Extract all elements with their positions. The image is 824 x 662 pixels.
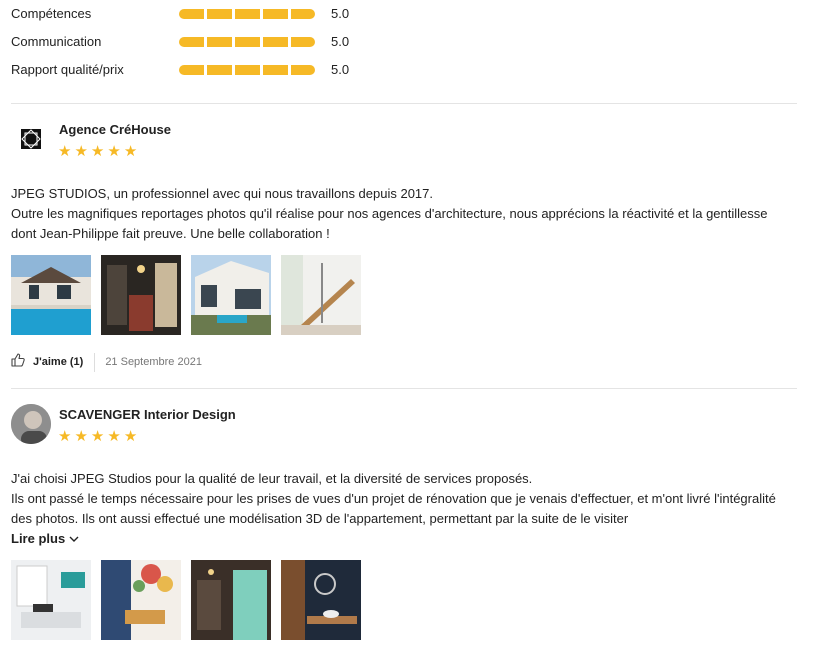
thumbs-up-icon xyxy=(11,352,25,372)
read-more-link[interactable]: Lire plus xyxy=(11,531,79,546)
rating-row-communication: Communication 5.0 xyxy=(11,32,411,52)
rating-bar xyxy=(179,65,315,75)
star-icon: ★ xyxy=(123,428,138,445)
review-photo[interactable] xyxy=(191,255,271,335)
rating-bar xyxy=(179,37,315,47)
star-icon: ★ xyxy=(74,143,88,160)
rating-row-competences: Compétences 5.0 xyxy=(11,4,411,24)
review-photo[interactable] xyxy=(191,560,271,640)
review-photo[interactable] xyxy=(281,560,361,640)
rating-value: 5.0 xyxy=(331,6,350,21)
star-icon: ★ xyxy=(74,428,88,445)
star-rating: ★ ★ ★ ★ ★ xyxy=(58,429,137,444)
avatar xyxy=(11,119,51,159)
rating-bar xyxy=(179,9,315,19)
review-photo[interactable] xyxy=(101,560,181,640)
divider xyxy=(11,388,797,389)
star-icon: ★ xyxy=(107,143,121,160)
review-paragraph: Ils ont passé le temps nécessaire pour l… xyxy=(11,491,776,526)
rating-row-value: Rapport qualité/prix 5.0 xyxy=(11,60,411,80)
read-more-label: Lire plus xyxy=(11,531,66,546)
like-button[interactable]: J'aime (1) xyxy=(11,352,96,372)
review-photo[interactable] xyxy=(101,255,181,335)
rating-label: Rapport qualité/prix xyxy=(11,62,124,77)
review-photo[interactable] xyxy=(11,560,91,640)
rating-label: Communication xyxy=(11,34,102,49)
review-paragraph: JPEG STUDIOS, un professionnel avec qui … xyxy=(11,186,434,201)
star-icon: ★ xyxy=(90,143,105,160)
review-text: JPEG STUDIOS, un professionnel avec qui … xyxy=(11,184,781,244)
review-photos xyxy=(11,560,361,640)
review-paragraph: Outre les magnifiques reportages photos … xyxy=(11,206,768,241)
rating-value: 5.0 xyxy=(331,34,350,49)
like-label: J'aime (1) xyxy=(33,356,84,368)
review-paragraph: J'ai choisi JPEG Studios pour la qualité… xyxy=(11,471,533,486)
star-rating: ★ ★ ★ ★ ★ xyxy=(58,144,137,159)
chevron-down-icon xyxy=(69,531,79,546)
reviewer-name: Agence CréHouse xyxy=(59,122,171,137)
review-footer: J'aime (1) 21 Septembre 2021 xyxy=(11,352,202,372)
rating-value: 5.0 xyxy=(331,62,350,77)
reviewer-name: SCAVENGER Interior Design xyxy=(59,407,236,422)
review-date: 21 Septembre 2021 xyxy=(105,356,202,368)
review-photos xyxy=(11,255,361,335)
review-photo[interactable] xyxy=(281,255,361,335)
star-icon: ★ xyxy=(58,428,72,445)
star-icon: ★ xyxy=(123,143,138,160)
review-text: J'ai choisi JPEG Studios pour la qualité… xyxy=(11,469,781,529)
rating-label: Compétences xyxy=(11,6,92,21)
star-icon: ★ xyxy=(107,428,121,445)
star-icon: ★ xyxy=(90,428,105,445)
avatar xyxy=(11,404,51,444)
star-icon: ★ xyxy=(58,143,72,160)
review-photo[interactable] xyxy=(11,255,91,335)
divider xyxy=(11,103,797,104)
